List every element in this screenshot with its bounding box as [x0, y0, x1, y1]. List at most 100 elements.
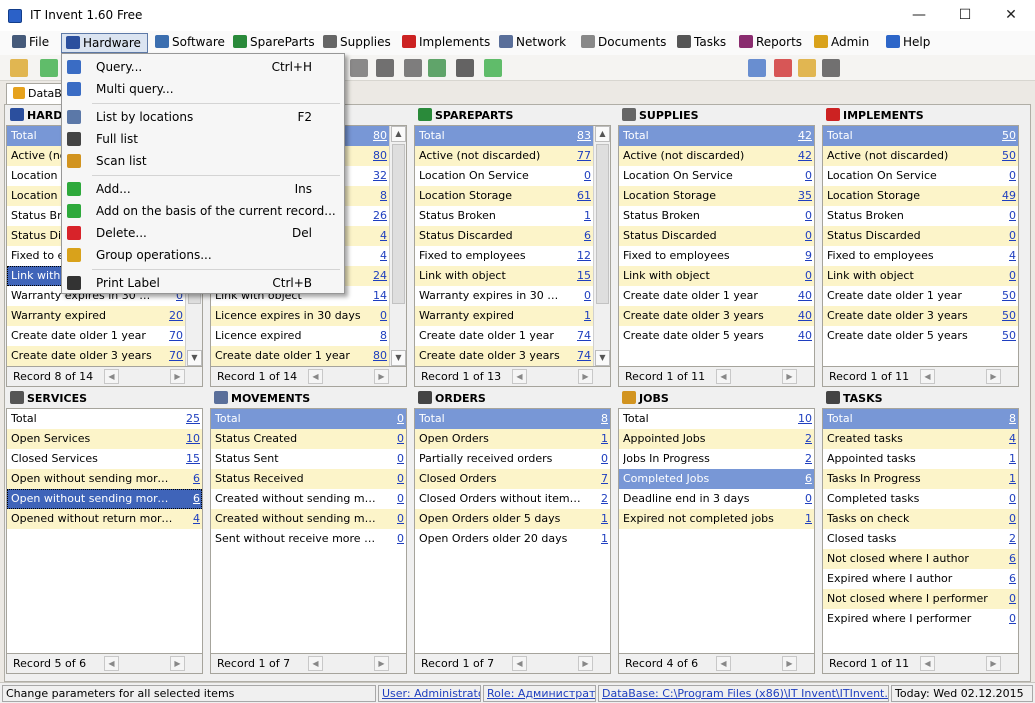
menu-item-multi-query[interactable]: Multi query...: [62, 78, 344, 100]
list-item-count-link[interactable]: 40: [788, 286, 812, 306]
list-item-count-link[interactable]: 6: [992, 569, 1016, 589]
toolbar-find-icon[interactable]: [10, 59, 28, 77]
list-item-count-link[interactable]: 50: [992, 126, 1016, 146]
list-item-count-link[interactable]: 0: [788, 226, 812, 246]
panel-list-supplies[interactable]: Total 42 Active (not discarded) 42 Location …: [618, 125, 815, 367]
list-item[interactable]: Open Services 10: [7, 429, 202, 449]
list-item-count-link[interactable]: 1: [788, 509, 812, 529]
list-item-count-link[interactable]: 0: [992, 226, 1016, 246]
list-item-count-link[interactable]: 0: [992, 489, 1016, 509]
list-item-count-link[interactable]: 0: [380, 489, 404, 509]
list-item[interactable]: Active (not discarded) 50: [823, 146, 1018, 166]
minimize-button[interactable]: —: [896, 0, 942, 31]
list-item-count-link[interactable]: 50: [992, 306, 1016, 326]
toolbar-barcode-icon[interactable]: [456, 59, 474, 77]
list-item-count-link[interactable]: 0: [380, 429, 404, 449]
list-item-count-link[interactable]: 6: [176, 469, 200, 489]
next-record-icon[interactable]: ▶: [578, 656, 593, 671]
list-item-count-link[interactable]: 6: [788, 469, 812, 489]
toolbar-delete-icon[interactable]: [774, 59, 792, 77]
list-item[interactable]: Status Discarded 0: [823, 226, 1018, 246]
list-item[interactable]: Create date older 1 year 40: [619, 286, 814, 306]
list-item[interactable]: Create date older 5 years 50: [823, 326, 1018, 346]
list-item-count-link[interactable]: 4: [176, 509, 200, 529]
list-item-count-link[interactable]: 0: [992, 509, 1016, 529]
toolbar-doc-icon[interactable]: [376, 59, 394, 77]
scroll-down-icon[interactable]: ▼: [391, 350, 406, 366]
list-item-count-link[interactable]: 0: [992, 589, 1016, 609]
menu-tasks[interactable]: Tasks: [673, 33, 732, 53]
menu-item-group-operations[interactable]: Group operations...: [62, 244, 344, 266]
list-item[interactable]: Create date older 1 year 80: [211, 346, 389, 366]
next-record-icon[interactable]: ▶: [170, 369, 185, 384]
list-item[interactable]: Closed Orders without items a... 2: [415, 489, 610, 509]
list-item-count-link[interactable]: 40: [788, 326, 812, 346]
menu-spareparts[interactable]: SpareParts: [229, 33, 321, 53]
list-item[interactable]: Expired not completed jobs 1: [619, 509, 814, 529]
list-item[interactable]: Opened without return more th...4: [7, 509, 202, 529]
list-item[interactable]: Tasks In Progress 1: [823, 469, 1018, 489]
panel-list-orders[interactable]: Total 8 Open Orders 1 Partially received ord…: [414, 408, 611, 654]
menu-file[interactable]: File: [8, 33, 55, 53]
list-item-count-link[interactable]: 6: [176, 489, 200, 509]
list-item[interactable]: Total 0: [211, 409, 406, 429]
prev-record-icon[interactable]: ◀: [512, 656, 527, 671]
scroll-thumb[interactable]: [392, 144, 405, 304]
vertical-scrollbar[interactable]: ▲▼: [593, 126, 610, 366]
list-item[interactable]: Licence expires in 30 days 0: [211, 306, 389, 326]
scroll-down-icon[interactable]: ▼: [595, 350, 610, 366]
toolbar-database-icon[interactable]: [798, 59, 816, 77]
menu-admin[interactable]: Admin: [810, 33, 875, 53]
list-item-count-link[interactable]: 7: [584, 469, 608, 489]
list-item[interactable]: Location Storage 49: [823, 186, 1018, 206]
list-item-count-link[interactable]: 26: [363, 206, 387, 226]
list-item-count-link[interactable]: 1: [567, 206, 591, 226]
list-item[interactable]: Appointed Jobs 2: [619, 429, 814, 449]
list-item-count-link[interactable]: 8: [363, 186, 387, 206]
prev-record-icon[interactable]: ◀: [512, 369, 527, 384]
list-item-count-link[interactable]: 1: [992, 469, 1016, 489]
list-item-count-link[interactable]: 2: [992, 529, 1016, 549]
menu-item-print-label[interactable]: Print Label Ctrl+B: [62, 272, 344, 294]
list-item-count-link[interactable]: 40: [788, 306, 812, 326]
list-item-count-link[interactable]: 4: [363, 226, 387, 246]
list-item-count-link[interactable]: 74: [567, 346, 591, 366]
list-item[interactable]: Licence expired 8: [211, 326, 389, 346]
menu-reports[interactable]: Reports: [735, 33, 808, 53]
list-item[interactable]: Location On Service 0: [415, 166, 593, 186]
scroll-thumb[interactable]: [596, 144, 609, 304]
menu-implements[interactable]: Implements: [398, 33, 496, 53]
list-item-count-link[interactable]: 80: [363, 346, 387, 366]
list-item-count-link[interactable]: 10: [176, 429, 200, 449]
prev-record-icon[interactable]: ◀: [104, 369, 119, 384]
prev-record-icon[interactable]: ◀: [920, 656, 935, 671]
menu-hardware[interactable]: Hardware: [61, 33, 148, 53]
list-item[interactable]: Open without sending more th... 6: [7, 469, 202, 489]
list-item-count-link[interactable]: 1: [992, 449, 1016, 469]
list-item[interactable]: Expired where I author 6: [823, 569, 1018, 589]
list-item[interactable]: Open Orders 1: [415, 429, 610, 449]
list-item-count-link[interactable]: 0: [992, 206, 1016, 226]
list-item[interactable]: Completed tasks 0: [823, 489, 1018, 509]
toolbar-report-icon[interactable]: [822, 59, 840, 77]
list-item[interactable]: Completed Jobs 6: [619, 469, 814, 489]
menu-item-add[interactable]: Add... Ins: [62, 178, 344, 200]
scroll-up-icon[interactable]: ▲: [595, 126, 610, 142]
list-item-count-link[interactable]: 0: [788, 266, 812, 286]
list-item[interactable]: Expired where I performer 0: [823, 609, 1018, 629]
list-item-count-link[interactable]: 9: [788, 246, 812, 266]
list-item-count-link[interactable]: 61: [567, 186, 591, 206]
prev-record-icon[interactable]: ◀: [308, 656, 323, 671]
menu-software[interactable]: Software: [151, 33, 231, 53]
list-item-count-link[interactable]: 2: [788, 449, 812, 469]
list-item[interactable]: Open Orders older 20 days 1: [415, 529, 610, 549]
list-item[interactable]: Status Discarded 6: [415, 226, 593, 246]
list-item-count-link[interactable]: 6: [992, 549, 1016, 569]
list-item-count-link[interactable]: 4: [992, 246, 1016, 266]
list-item-count-link[interactable]: 70: [159, 346, 183, 366]
list-item-count-link[interactable]: 2: [788, 429, 812, 449]
menu-item-delete[interactable]: Delete... Del: [62, 222, 344, 244]
list-item[interactable]: Create date older 5 years 40: [619, 326, 814, 346]
list-item[interactable]: Create date older 3 years 50: [823, 306, 1018, 326]
list-item-count-link[interactable]: 50: [992, 286, 1016, 306]
